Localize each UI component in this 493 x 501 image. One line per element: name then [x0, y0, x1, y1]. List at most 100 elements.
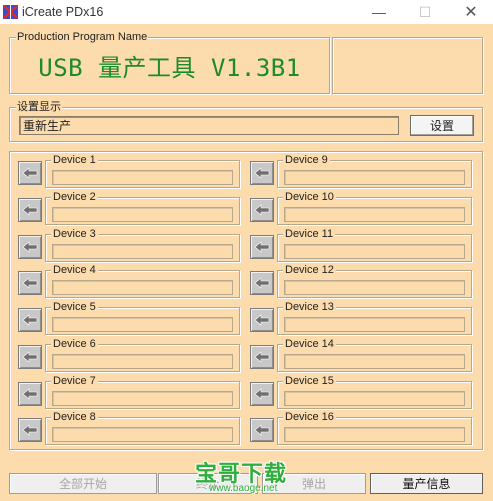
arrow-left-icon [22, 351, 38, 363]
device-label: Device 16 [283, 411, 336, 424]
device-arrow-button[interactable] [18, 235, 42, 259]
device-label: Device 11 [283, 228, 336, 241]
device-label: Device 14 [283, 338, 336, 351]
arrow-left-icon [22, 314, 38, 326]
device-status-field [52, 170, 233, 185]
minimize-icon: — [372, 4, 386, 20]
device-arrow-button[interactable] [18, 308, 42, 332]
device-slot: Device 6 [18, 338, 240, 372]
device-status-field [52, 244, 233, 259]
device-slot: Device 2 [18, 191, 240, 225]
device-status-field [52, 354, 233, 369]
device-label: Device 3 [51, 228, 98, 241]
device-arrow-button[interactable] [18, 418, 42, 442]
maximize-button[interactable]: ☐ [402, 0, 448, 24]
arrow-left-icon [254, 388, 270, 400]
device-arrow-button[interactable] [18, 198, 42, 222]
arrow-left-icon [254, 424, 270, 436]
device-label: Device 5 [51, 301, 98, 314]
window-title: iCreate PDx16 [22, 5, 104, 19]
device-frame: Device 16 [277, 411, 472, 445]
info-panel [332, 37, 483, 94]
minimize-button[interactable]: — [356, 0, 402, 24]
arrow-left-icon [254, 277, 270, 289]
device-slot: Device 4 [18, 264, 240, 298]
arrow-left-icon [254, 167, 270, 179]
device-arrow-button[interactable] [250, 308, 274, 332]
arrow-left-icon [254, 241, 270, 253]
device-slot: Device 11 [250, 228, 472, 262]
device-slot: Device 1 [18, 154, 240, 188]
device-label: Device 4 [51, 264, 98, 277]
arrow-left-icon [22, 167, 38, 179]
device-arrow-button[interactable] [250, 382, 274, 406]
device-status-field [284, 427, 465, 442]
title-bar: iCreate PDx16 — ☐ ✕ [0, 0, 493, 24]
app-icon [3, 5, 18, 19]
device-slot: Device 13 [250, 301, 472, 335]
device-arrow-button[interactable] [18, 382, 42, 406]
device-slot: Device 10 [250, 191, 472, 225]
arrow-left-icon [22, 424, 38, 436]
device-status-field [284, 317, 465, 332]
device-frame: Device 15 [277, 375, 472, 409]
arrow-left-icon [22, 388, 38, 400]
device-frame: Device 7 [45, 375, 240, 409]
device-frame: Device 2 [45, 191, 240, 225]
start-all-button[interactable]: 全部开始 [9, 473, 157, 494]
arrow-left-icon [254, 351, 270, 363]
device-label: Device 1 [51, 154, 98, 167]
maximize-icon: ☐ [418, 3, 432, 20]
device-arrow-button[interactable] [18, 345, 42, 369]
device-status-field [284, 280, 465, 295]
device-status-field [284, 170, 465, 185]
production-info-button[interactable]: 量产信息 [370, 473, 483, 494]
production-program-group: Production Program Name USB 量产工具 V1.3B1 [9, 30, 330, 94]
device-status-field [284, 391, 465, 406]
device-frame: Device 8 [45, 411, 240, 445]
device-status-field [52, 391, 233, 406]
watermark: 宝哥下载 www.baoge.net [195, 456, 301, 496]
device-label: Device 7 [51, 375, 98, 388]
device-status-field [284, 207, 465, 222]
device-slot: Device 12 [250, 264, 472, 298]
device-slot: Device 16 [250, 411, 472, 445]
device-status-field [52, 280, 233, 295]
device-area: Device 1 Device 2 Device 3 Device 4 Device 5… [9, 151, 483, 450]
close-icon: ✕ [464, 4, 478, 21]
arrow-left-icon [22, 241, 38, 253]
arrow-left-icon [254, 314, 270, 326]
device-label: Device 9 [283, 154, 330, 167]
device-arrow-button[interactable] [250, 345, 274, 369]
arrow-left-icon [22, 204, 38, 216]
device-status-field [52, 207, 233, 222]
device-arrow-button[interactable] [18, 161, 42, 185]
device-label: Device 13 [283, 301, 336, 314]
device-frame: Device 12 [277, 264, 472, 298]
device-status-field [284, 354, 465, 369]
watermark-url: www.baoge.net [209, 483, 278, 494]
device-frame: Device 14 [277, 338, 472, 372]
device-arrow-button[interactable] [18, 271, 42, 295]
device-frame: Device 1 [45, 154, 240, 188]
device-slot: Device 5 [18, 301, 240, 335]
device-label: Device 12 [283, 264, 336, 277]
device-slot: Device 8 [18, 411, 240, 445]
device-arrow-button[interactable] [250, 418, 274, 442]
device-arrow-button[interactable] [250, 198, 274, 222]
device-frame: Device 9 [277, 154, 472, 188]
settings-display-group: 设置显示 重新生产 设置 [9, 100, 483, 142]
device-arrow-button[interactable] [250, 161, 274, 185]
device-arrow-button[interactable] [250, 271, 274, 295]
device-slot: Device 14 [250, 338, 472, 372]
arrow-left-icon [22, 277, 38, 289]
settings-button[interactable]: 设置 [410, 115, 474, 136]
settings-display-label: 设置显示 [16, 100, 62, 114]
device-frame: Device 11 [277, 228, 472, 262]
device-frame: Device 5 [45, 301, 240, 335]
device-label: Device 15 [283, 375, 336, 388]
device-status-field [52, 427, 233, 442]
close-button[interactable]: ✕ [448, 0, 493, 24]
device-frame: Device 3 [45, 228, 240, 262]
device-arrow-button[interactable] [250, 235, 274, 259]
